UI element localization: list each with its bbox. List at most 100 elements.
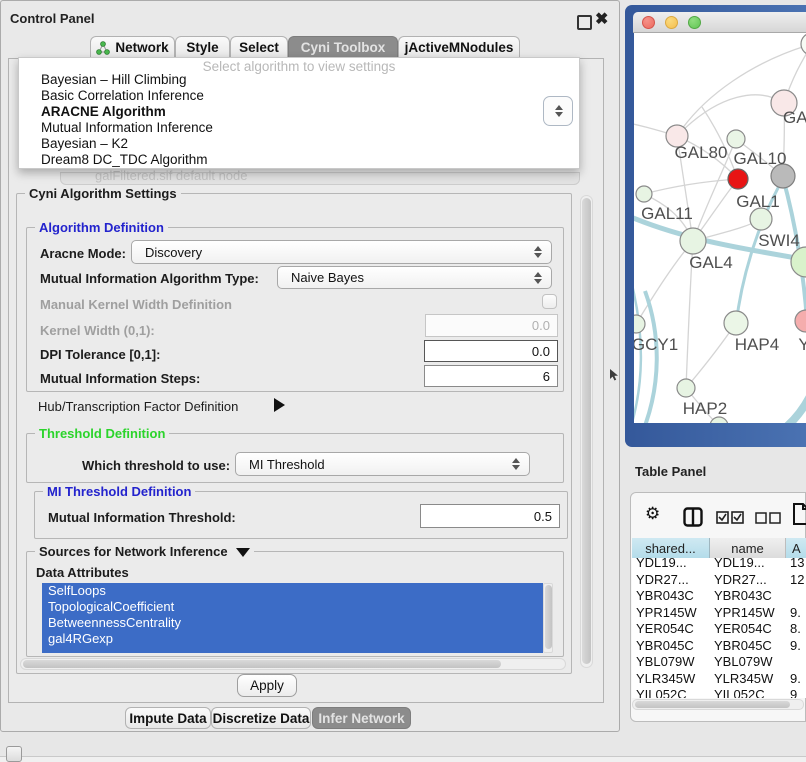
minimized-panel-icon[interactable] <box>6 746 22 762</box>
close-traffic-light[interactable] <box>642 16 655 29</box>
table-cell[interactable]: YER054C <box>632 621 710 638</box>
sources-collapse-arrow-icon[interactable] <box>236 548 250 557</box>
table-cell[interactable]: YBR043C <box>632 588 710 605</box>
manual-kernel-checkbox[interactable] <box>542 294 557 309</box>
node-swi4[interactable] <box>750 208 772 230</box>
table-cell[interactable]: YIL052C <box>632 687 710 699</box>
tab-impute-data[interactable]: Impute Data <box>125 707 211 729</box>
deselect-all-checkboxes-icon[interactable] <box>755 512 781 524</box>
table-cell[interactable]: YDL19... <box>710 555 786 572</box>
document-icon[interactable] <box>793 503 806 525</box>
network-canvas[interactable]: GAL80 GAL10 GAL11 GAL1 SWI4 GAL4 GCY1 HA… <box>634 33 806 423</box>
kernel-width-field[interactable]: 0.0 <box>425 314 558 337</box>
table-cell[interactable]: YLR345W <box>710 670 786 687</box>
table-hscrollbar[interactable] <box>632 699 804 710</box>
dropdown-item-3[interactable]: Mutual Information Inference <box>23 120 575 136</box>
tab-discretize-data[interactable]: Discretize Data <box>211 707 311 729</box>
node-big-green[interactable] <box>791 247 806 277</box>
tab-network[interactable]: Network <box>90 36 175 58</box>
network-window-titlebar[interactable] <box>633 12 806 33</box>
dropdown-item-2[interactable]: ARACNE Algorithm <box>23 104 575 120</box>
table-cell[interactable]: YBR045C <box>632 637 710 654</box>
cursor-pointer <box>609 369 619 381</box>
svg-text:GCY1: GCY1 <box>634 335 678 354</box>
svg-text:HAP4: HAP4 <box>735 335 779 354</box>
table-cell[interactable]: YBL079W <box>632 654 710 671</box>
table-cell[interactable]: 9. <box>786 670 806 687</box>
table-cell[interactable]: YBL079W <box>710 654 786 671</box>
data-attributes-list[interactable]: SelfLoops TopologicalCoefficient Between… <box>42 583 543 653</box>
list-item[interactable]: TopologicalCoefficient <box>42 599 543 615</box>
aracne-mode-combo[interactable]: Discovery <box>131 240 552 264</box>
float-icon[interactable] <box>577 15 592 30</box>
dpi-tolerance-field[interactable]: 0.0 <box>424 340 558 362</box>
table-cell[interactable]: 13 <box>786 555 806 572</box>
node-gal4[interactable] <box>680 228 706 254</box>
node-hap4[interactable] <box>724 311 748 335</box>
table-cell[interactable]: 12 <box>786 571 806 588</box>
list-vscrollbar[interactable] <box>543 583 553 653</box>
mi-threshold-label: Mutual Information Threshold: <box>48 510 236 525</box>
dropdown-item-0[interactable]: Bayesian – Hill Climbing <box>23 72 575 88</box>
algorithm-combo-stepper[interactable] <box>543 96 573 126</box>
node-gcy1[interactable] <box>634 315 645 333</box>
tab-style[interactable]: Style <box>175 36 230 58</box>
node-hap2[interactable] <box>677 379 695 397</box>
settings-vscrollbar[interactable] <box>580 195 593 668</box>
select-all-checkboxes-icon[interactable] <box>716 511 744 524</box>
tab-infer-network[interactable]: Infer Network <box>312 707 411 729</box>
hub-expand-arrow-icon[interactable] <box>274 398 285 412</box>
tab-cyni-toolbox[interactable]: Cyni Toolbox <box>288 36 398 58</box>
table-cell[interactable]: YBR043C <box>710 588 786 605</box>
list-item[interactable]: gal4RGexp <box>42 631 543 647</box>
node-top[interactable] <box>801 33 806 55</box>
algorithm-definition-legend: Algorithm Definition <box>35 220 168 235</box>
table-cell[interactable]: YPR145W <box>710 604 786 621</box>
table-cell[interactable] <box>786 588 806 605</box>
table-panel-title: Table Panel <box>635 464 706 479</box>
table-cell[interactable]: YDR27... <box>710 571 786 588</box>
stepper-up-icon <box>555 105 563 110</box>
table-cell[interactable]: 9. <box>786 604 806 621</box>
node-gal1-red[interactable] <box>728 169 748 189</box>
dropdown-item-1[interactable]: Basic Correlation Inference <box>23 88 575 104</box>
table-cell[interactable]: YBR045C <box>710 637 786 654</box>
attribute-table[interactable]: shared... name A YDL19... YDL19... 13 YD… <box>632 538 806 698</box>
desktop: Control Panel ✖ Network Style Select Cyn… <box>0 0 806 762</box>
table-cell[interactable]: 8. <box>786 621 806 638</box>
mi-steps-field[interactable]: 6 <box>424 365 558 387</box>
node-small-top[interactable] <box>727 130 745 148</box>
tab-jactivemnodules[interactable]: jActiveMNodules <box>398 36 520 58</box>
tab-select[interactable]: Select <box>230 36 288 58</box>
bottom-strip <box>0 756 806 762</box>
which-threshold-combo[interactable]: MI Threshold <box>235 452 530 476</box>
node-gal11[interactable] <box>636 186 652 202</box>
table-cell[interactable]: YER054C <box>710 621 786 638</box>
table-cell[interactable] <box>786 654 806 671</box>
minimize-traffic-light[interactable] <box>665 16 678 29</box>
mi-threshold-field[interactable]: 0.5 <box>420 504 560 528</box>
dropdown-item-4[interactable]: Bayesian – K2 <box>23 136 575 152</box>
kernel-width-label: Kernel Width (0,1): <box>40 323 155 338</box>
table-cell[interactable]: YDR27... <box>632 571 710 588</box>
list-item[interactable]: BetweennessCentrality <box>42 615 543 631</box>
svg-text:SWI4: SWI4 <box>758 231 800 250</box>
zoom-traffic-light[interactable] <box>688 16 701 29</box>
table-settings-gear-icon[interactable]: ⚙ <box>645 504 660 524</box>
apply-button[interactable]: Apply <box>237 674 297 697</box>
list-item[interactable]: SelfLoops <box>42 583 543 599</box>
table-cell[interactable]: YLR345W <box>632 670 710 687</box>
settings-hscrollbar[interactable] <box>20 658 566 670</box>
mi-algorithm-type-combo[interactable]: Naive Bayes <box>277 266 552 289</box>
column-layout-icon[interactable] <box>683 507 703 527</box>
table-cell[interactable]: YPR145W <box>632 604 710 621</box>
table-cell[interactable]: 9. <box>786 637 806 654</box>
table-cell[interactable]: 9 <box>786 687 806 699</box>
manual-kernel-label: Manual Kernel Width Definition <box>40 297 232 312</box>
close-icon[interactable]: ✖ <box>595 9 608 29</box>
table-cell[interactable]: YDL19... <box>632 555 710 572</box>
hub-definition-label[interactable]: Hub/Transcription Factor Definition <box>38 399 238 414</box>
dropdown-item-5[interactable]: Dream8 DC_TDC Algorithm <box>23 152 575 168</box>
node-pink-y[interactable] <box>795 310 806 332</box>
table-cell[interactable]: YIL052C <box>710 687 786 699</box>
